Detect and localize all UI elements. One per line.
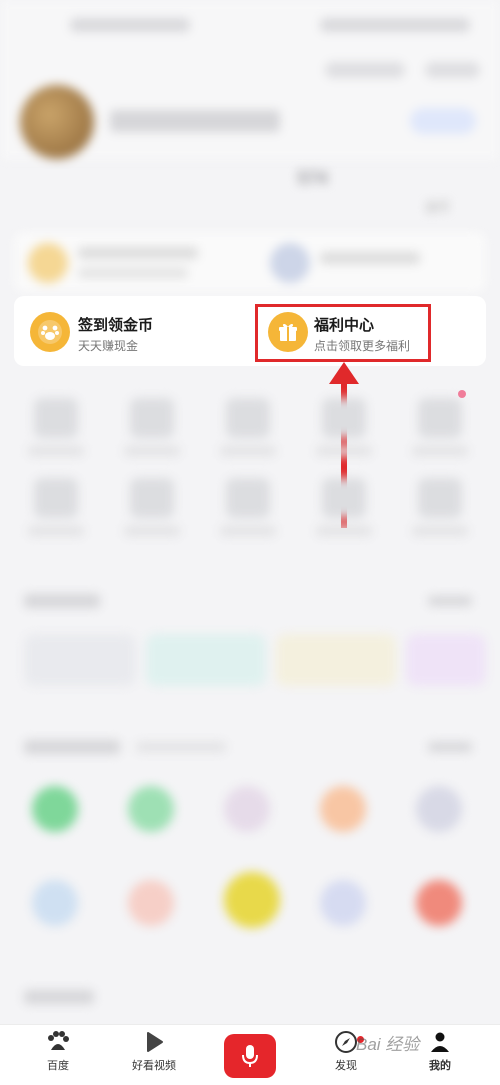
baidu-paw-icon [48, 1031, 69, 1050]
stat-item[interactable] [148, 168, 228, 228]
promo-icon [270, 243, 310, 283]
tool-label [124, 446, 180, 456]
avatar[interactable] [20, 85, 94, 159]
voice-search-button[interactable] [224, 1034, 276, 1078]
tool-icon[interactable] [34, 478, 78, 518]
section-title [24, 740, 120, 754]
microphone-icon [242, 1045, 258, 1067]
tool-label [220, 446, 276, 456]
stat-value [398, 168, 478, 192]
app-icon[interactable] [320, 880, 366, 926]
status-placeholder [70, 18, 190, 32]
tool-label [412, 446, 468, 456]
promo-text [78, 247, 198, 259]
nav-home[interactable]: 百度 [23, 1030, 93, 1073]
nav-mine-label: 我的 [429, 1060, 451, 1072]
stat-value [23, 168, 103, 192]
stat-item[interactable] [23, 168, 103, 228]
compass-icon [335, 1031, 357, 1053]
paw-coin-icon[interactable] [30, 312, 70, 352]
app-icon[interactable] [320, 786, 366, 832]
stat-item[interactable]: 574 [273, 168, 353, 228]
tool-icon[interactable] [130, 398, 174, 438]
tool-label [316, 446, 372, 456]
nav-video[interactable]: 好看视频 [119, 1030, 189, 1073]
nav-video-label: 好看视频 [132, 1060, 176, 1072]
status-placeholder [320, 18, 470, 32]
section-more[interactable] [428, 742, 472, 752]
user-name [110, 110, 280, 132]
nav-home-label: 百度 [47, 1060, 69, 1072]
stats-row: 574 金币 [0, 168, 500, 228]
stat-value [148, 168, 228, 192]
tool-label [124, 526, 180, 536]
tool-icon[interactable] [130, 478, 174, 518]
tool-label [28, 526, 84, 536]
sign-in-title[interactable]: 签到领金币 [78, 314, 153, 335]
tool-icon[interactable] [322, 478, 366, 518]
tool-label [412, 526, 468, 536]
service-chip[interactable] [406, 634, 486, 686]
app-icon[interactable] [224, 872, 280, 928]
app-icon[interactable] [32, 880, 78, 926]
header-action[interactable] [325, 62, 405, 78]
tool-label [28, 446, 84, 456]
tool-icon[interactable] [322, 398, 366, 438]
tool-icon[interactable] [34, 398, 78, 438]
tool-icon[interactable] [418, 478, 462, 518]
section-title [24, 594, 100, 608]
section-more[interactable] [428, 596, 472, 606]
app-icon[interactable] [416, 880, 462, 926]
person-icon [431, 1032, 449, 1052]
play-icon [147, 1032, 163, 1052]
profile-button[interactable] [410, 108, 476, 134]
promo-icon [28, 243, 68, 283]
tool-icon[interactable] [226, 478, 270, 518]
notification-dot [458, 390, 466, 398]
promo-text [320, 252, 420, 264]
stat-item-coins[interactable]: 金币 [398, 168, 478, 228]
section-title [24, 990, 94, 1004]
tool-label [220, 526, 276, 536]
sign-in-subtitle: 天天赚现金 [78, 339, 139, 353]
tool-label [316, 526, 372, 536]
service-chip[interactable] [24, 634, 136, 686]
promo-text [78, 268, 188, 278]
app-icon[interactable] [416, 786, 462, 832]
tool-icon[interactable] [418, 398, 462, 438]
app-icon[interactable] [32, 786, 78, 832]
nav-discover-label: 发现 [335, 1060, 357, 1072]
section-subtitle [136, 742, 226, 752]
stat-value: 574 [297, 168, 328, 188]
service-chip[interactable] [276, 634, 396, 686]
tool-icon[interactable] [226, 398, 270, 438]
app-icon[interactable] [128, 786, 174, 832]
service-chip[interactable] [146, 634, 266, 686]
app-icon[interactable] [224, 786, 270, 832]
stat-label: 金币 [425, 200, 450, 214]
watermark: Bai 经验 [356, 1035, 420, 1054]
app-icon[interactable] [128, 880, 174, 926]
highlight-box [255, 304, 431, 362]
header-action[interactable] [425, 62, 480, 78]
